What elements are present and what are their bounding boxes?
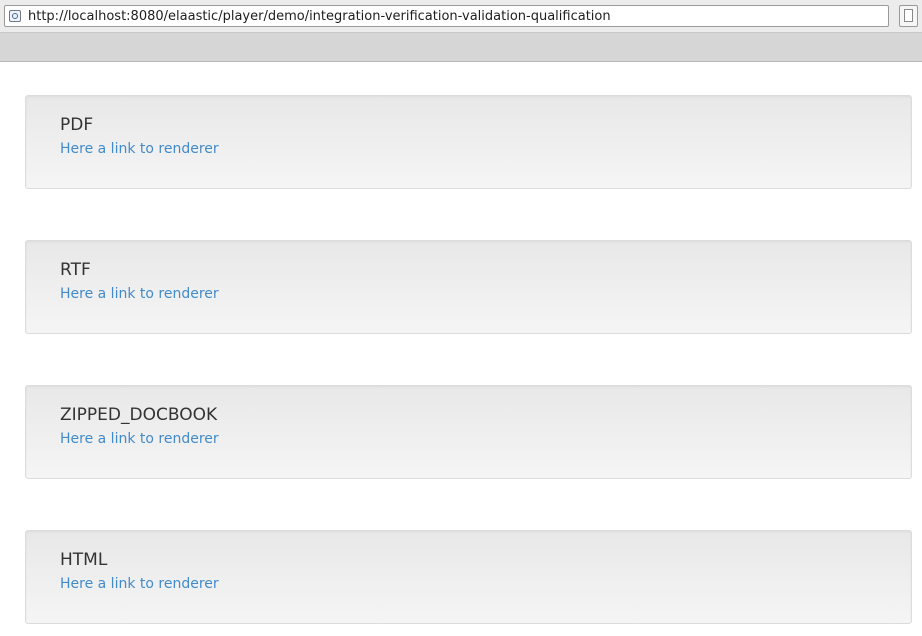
renderer-card-pdf: PDF Here a link to renderer — [25, 95, 912, 189]
card-title: HTML — [60, 550, 108, 570]
card-title: PDF — [60, 115, 94, 135]
renderer-card-rtf: RTF Here a link to renderer — [25, 240, 912, 334]
renderer-link[interactable]: Here a link to renderer — [60, 140, 219, 158]
address-bar[interactable]: http://localhost:8080/elaastic/player/de… — [4, 5, 889, 27]
renderer-link[interactable]: Here a link to renderer — [60, 285, 219, 303]
browser-toolbar: http://localhost:8080/elaastic/player/de… — [0, 0, 922, 33]
address-bar-url[interactable]: http://localhost:8080/elaastic/player/de… — [28, 8, 611, 25]
renderer-link[interactable]: Here a link to renderer — [60, 575, 219, 593]
site-identity-icon[interactable] — [9, 10, 21, 22]
renderer-card-html: HTML Here a link to renderer — [25, 530, 912, 624]
renderer-link[interactable]: Here a link to renderer — [60, 430, 219, 448]
browser-chrome: http://localhost:8080/elaastic/player/de… — [0, 0, 922, 62]
card-title: ZIPPED_DOCBOOK — [60, 405, 218, 425]
renderer-card-zipped-docbook: ZIPPED_DOCBOOK Here a link to renderer — [25, 385, 912, 479]
page-icon[interactable] — [899, 5, 918, 27]
card-title: RTF — [60, 260, 91, 280]
